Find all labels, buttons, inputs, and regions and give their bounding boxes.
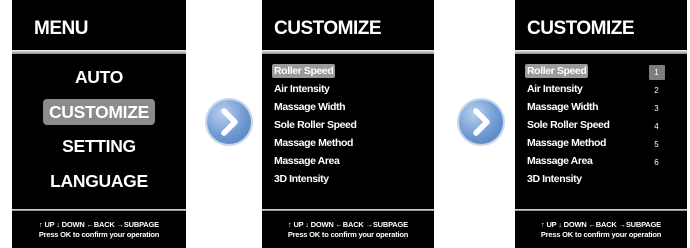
footer-hint: ↑ UP ↓ DOWN ←BACK →SUBPAGE Press OK to c… bbox=[262, 220, 434, 240]
option-label: Massage Area bbox=[274, 155, 340, 167]
option-air-intensity[interactable]: Air Intensity bbox=[525, 79, 655, 97]
menu-screen: MENU AUTO CUSTOMIZE SETTING LANGUAGE ↑ U… bbox=[12, 0, 186, 248]
menu-item-setting[interactable]: SETTING bbox=[12, 131, 186, 166]
customize-level-screen: CUSTOMIZE Roller Speed Air Intensity Mas… bbox=[515, 0, 687, 248]
level-label: 4 bbox=[654, 122, 659, 131]
option-massage-width[interactable]: Massage Width bbox=[272, 97, 402, 115]
option-label: Roller Speed bbox=[525, 64, 589, 78]
level-label: 3 bbox=[654, 104, 659, 113]
option-3d-intensity[interactable]: 3D Intensity bbox=[272, 169, 402, 187]
menu-item-auto[interactable]: AUTO bbox=[12, 62, 186, 97]
level-option[interactable]: 6 bbox=[648, 155, 665, 173]
menu-item-customize[interactable]: CUSTOMIZE bbox=[12, 97, 186, 132]
menu-item-label: AUTO bbox=[74, 67, 124, 87]
option-label: Massage Width bbox=[274, 101, 346, 113]
chevron-right-icon bbox=[473, 108, 490, 136]
option-massage-method[interactable]: Massage Method bbox=[525, 133, 655, 151]
option-label: Massage Method bbox=[274, 137, 353, 149]
level-option[interactable]: 1 bbox=[648, 65, 665, 83]
level-label: 6 bbox=[654, 158, 659, 167]
title-divider bbox=[515, 50, 687, 54]
option-list: Roller Speed Air Intensity Massage Width… bbox=[525, 61, 655, 187]
customize-screen: CUSTOMIZE Roller Speed Air Intensity Mas… bbox=[262, 0, 434, 248]
level-option[interactable]: 5 bbox=[648, 137, 665, 155]
level-option[interactable]: 4 bbox=[648, 119, 665, 137]
option-massage-area[interactable]: Massage Area bbox=[525, 151, 655, 169]
footer-nav-keys: ↑ UP ↓ DOWN ←BACK →SUBPAGE bbox=[541, 220, 661, 229]
option-label: 3D Intensity bbox=[527, 173, 582, 185]
option-label: Air Intensity bbox=[527, 83, 583, 95]
option-label: Sole Roller Speed bbox=[274, 119, 357, 131]
menu-item-label: CUSTOMIZE bbox=[42, 98, 156, 125]
option-massage-width[interactable]: Massage Width bbox=[525, 97, 655, 115]
footer-confirm-text: Press OK to confirm your operation bbox=[287, 230, 409, 239]
option-label: Massage Area bbox=[527, 155, 593, 167]
menu-item-label: LANGUAGE bbox=[50, 170, 148, 191]
option-label: Massage Method bbox=[527, 137, 606, 149]
option-air-intensity[interactable]: Air Intensity bbox=[272, 79, 402, 97]
option-sole-roller-speed[interactable]: Sole Roller Speed bbox=[272, 115, 402, 133]
chevron-right-icon bbox=[221, 108, 238, 136]
next-step-arrow bbox=[459, 100, 503, 144]
screen-title: CUSTOMIZE bbox=[527, 18, 635, 39]
option-sole-roller-speed[interactable]: Sole Roller Speed bbox=[525, 115, 655, 133]
option-label: Sole Roller Speed bbox=[527, 119, 610, 131]
screen-title: MENU bbox=[34, 18, 88, 39]
option-label: Air Intensity bbox=[274, 83, 330, 95]
screen-title: CUSTOMIZE bbox=[274, 18, 382, 39]
footer-divider bbox=[12, 209, 186, 211]
option-label: Massage Width bbox=[527, 101, 599, 113]
menu-item-language[interactable]: LANGUAGE bbox=[12, 166, 186, 201]
level-option[interactable]: 2 bbox=[648, 83, 665, 101]
footer-confirm-text: Press OK to confirm your operation bbox=[38, 230, 160, 239]
footer-confirm-text: Press OK to confirm your operation bbox=[540, 230, 662, 239]
option-massage-method[interactable]: Massage Method bbox=[272, 133, 402, 151]
menu-list: AUTO CUSTOMIZE SETTING LANGUAGE bbox=[12, 62, 186, 200]
title-divider bbox=[12, 50, 186, 54]
next-step-arrow bbox=[207, 100, 251, 144]
option-massage-area[interactable]: Massage Area bbox=[272, 151, 402, 169]
level-label: 5 bbox=[654, 140, 659, 149]
option-roller-speed[interactable]: Roller Speed bbox=[525, 61, 655, 79]
option-list: Roller Speed Air Intensity Massage Width… bbox=[272, 61, 402, 187]
footer-divider bbox=[262, 209, 434, 211]
footer-divider bbox=[515, 209, 687, 211]
option-label: 3D Intensity bbox=[274, 173, 329, 185]
option-label: Roller Speed bbox=[272, 64, 336, 78]
footer-nav-keys: ↑ UP ↓ DOWN ←BACK →SUBPAGE bbox=[39, 220, 159, 229]
level-list: 1 2 3 4 5 6 bbox=[648, 65, 665, 173]
menu-item-label: SETTING bbox=[62, 136, 136, 156]
footer-hint: ↑ UP ↓ DOWN ←BACK →SUBPAGE Press OK to c… bbox=[12, 220, 186, 240]
footer-hint: ↑ UP ↓ DOWN ←BACK →SUBPAGE Press OK to c… bbox=[515, 220, 687, 240]
level-label: 2 bbox=[654, 86, 659, 95]
option-roller-speed[interactable]: Roller Speed bbox=[272, 61, 402, 79]
option-3d-intensity[interactable]: 3D Intensity bbox=[525, 169, 655, 187]
level-label: 1 bbox=[648, 65, 665, 80]
level-option[interactable]: 3 bbox=[648, 101, 665, 119]
footer-nav-keys: ↑ UP ↓ DOWN ←BACK →SUBPAGE bbox=[288, 220, 408, 229]
title-divider bbox=[262, 50, 434, 54]
